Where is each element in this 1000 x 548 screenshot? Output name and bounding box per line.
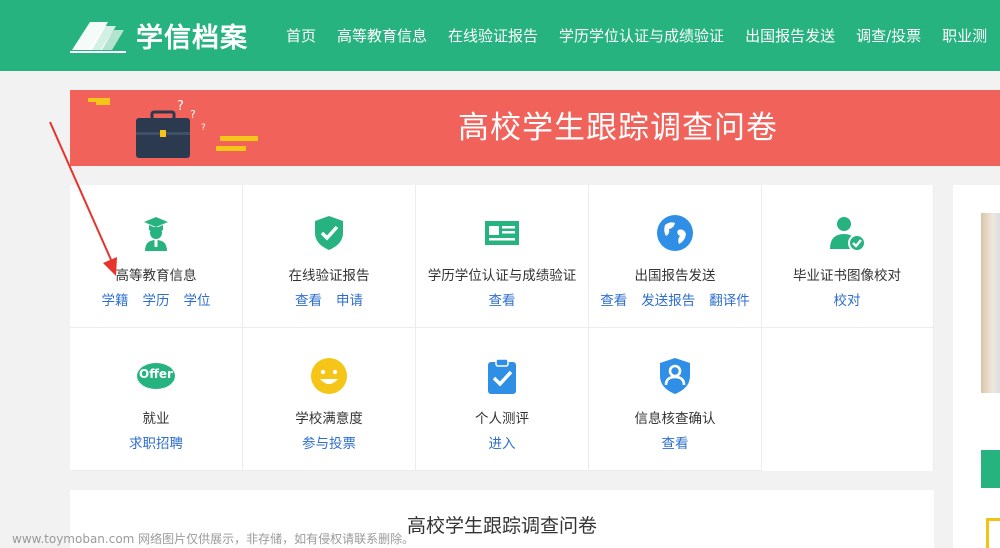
clipboard-check-icon	[416, 356, 588, 396]
nav-item[interactable]: 职业测	[932, 25, 997, 46]
nav-item[interactable]: 出国报告发送	[735, 25, 845, 46]
service-link[interactable]: 进入	[489, 436, 516, 452]
service-link[interactable]: 查看	[600, 293, 627, 309]
service-tile[interactable]: 在线验证报告查看 申请	[243, 185, 416, 328]
user-shield-icon	[589, 356, 761, 396]
side-panel	[953, 185, 1000, 548]
top-nav-bar: 学信档案 首页 高等教育信息 在线验证报告 学历学位认证与成绩验证 出国报告发送 调查/投…	[0, 0, 1000, 71]
service-link[interactable]: 校对	[834, 293, 861, 309]
service-name: 就业	[142, 411, 170, 427]
globe-icon	[589, 213, 761, 253]
empty-tile	[761, 328, 934, 471]
service-tile[interactable]: 出国报告发送 查看 发送报告 翻译件	[589, 185, 762, 328]
service-link[interactable]: 求职招聘	[129, 436, 183, 452]
service-links: 校对	[761, 289, 933, 309]
service-links: 参与投票	[243, 432, 415, 452]
shield-check-icon	[243, 213, 415, 253]
service-link[interactable]: 发送报告	[641, 293, 695, 309]
service-link[interactable]: 学籍	[102, 293, 129, 309]
service-tile[interactable]: Offer 就业求职招聘	[70, 328, 243, 471]
service-tile[interactable]: 信息核查确认 查看	[589, 328, 762, 471]
certificate-card-icon	[416, 213, 588, 253]
briefcase-illustration-icon: ? ? ?	[88, 98, 258, 158]
main-nav: 首页 高等教育信息 在线验证报告 学历学位认证与成绩验证 出国报告发送 调查/投票 职业测	[276, 0, 998, 71]
service-link[interactable]: 申请	[336, 293, 363, 309]
service-tile[interactable]: 毕业证书图像校对 校对	[761, 185, 934, 328]
document-icon	[986, 518, 1000, 548]
service-links: 求职招聘	[70, 432, 242, 452]
banner-title: 高校学生跟踪调查问卷	[458, 110, 778, 146]
service-links: 查看	[589, 432, 761, 452]
book-logo-icon	[70, 22, 126, 53]
service-name: 学校满意度	[295, 411, 363, 427]
service-links: 查看 申请	[243, 289, 415, 309]
service-name: 在线验证报告	[288, 268, 370, 284]
svg-text:?: ?	[201, 123, 206, 133]
service-link[interactable]: 翻译件	[709, 293, 750, 309]
service-links: 学籍 学历 学位	[70, 289, 242, 309]
service-tile[interactable]: 学历学位认证与成绩验证 查看	[416, 185, 589, 328]
service-link[interactable]: 查看	[662, 436, 689, 452]
nav-item[interactable]: 调查/投票	[846, 25, 931, 46]
service-name: 学历学位认证与成绩验证	[427, 268, 577, 284]
service-name: 信息核查确认	[634, 411, 716, 427]
graduate-icon	[70, 213, 242, 253]
site-logo[interactable]: 学信档案	[68, 16, 248, 54]
nav-item[interactable]: 首页	[276, 25, 326, 46]
service-links: 查看	[416, 289, 588, 309]
service-link[interactable]: 学历	[143, 293, 170, 309]
service-name: 出国报告发送	[634, 268, 716, 284]
service-name: 高等教育信息	[115, 268, 197, 284]
profile-photo	[981, 213, 1000, 393]
service-tile[interactable]: 高等教育信息学籍 学历 学位	[70, 185, 243, 328]
service-tile[interactable]: 学校满意度 参与投票	[243, 328, 416, 471]
service-link[interactable]: 学位	[184, 293, 211, 309]
nav-item[interactable]: 学历学位认证与成绩验证	[549, 25, 734, 46]
offer-icon: Offer	[70, 356, 242, 396]
services-panel: 高等教育信息 学籍 学历 学位 在线验证报告 查看 申请 学历学位认证与成绩验证 查看 出国报告发…	[70, 185, 934, 471]
survey-banner[interactable]: ? ? ? 高校学生跟踪调查问卷	[70, 90, 1000, 166]
svg-text:?: ?	[190, 108, 196, 121]
service-tile[interactable]: 个人测评 进入	[416, 328, 589, 471]
service-name: 毕业证书图像校对	[793, 268, 901, 284]
svg-text:?: ?	[177, 99, 184, 114]
service-links: 查看 发送报告 翻译件	[589, 289, 761, 309]
smiley-icon	[243, 356, 415, 396]
user-check-icon	[761, 213, 933, 253]
service-link[interactable]: 查看	[489, 293, 516, 309]
nav-item[interactable]: 在线验证报告	[438, 25, 548, 46]
service-link[interactable]: 参与投票	[302, 436, 356, 452]
service-name: 个人测评	[475, 411, 529, 427]
brand-name: 学信档案	[136, 22, 248, 54]
service-link[interactable]: 查看	[295, 293, 322, 309]
service-links: 进入	[416, 432, 588, 452]
offer-label: Offer	[139, 367, 173, 381]
watermark: www.toymoban.com 网络图片仅供展示，非存储，如有侵权请联系删除。	[12, 532, 415, 546]
nav-item[interactable]: 高等教育信息	[327, 25, 437, 46]
side-action-button[interactable]	[981, 450, 1000, 488]
